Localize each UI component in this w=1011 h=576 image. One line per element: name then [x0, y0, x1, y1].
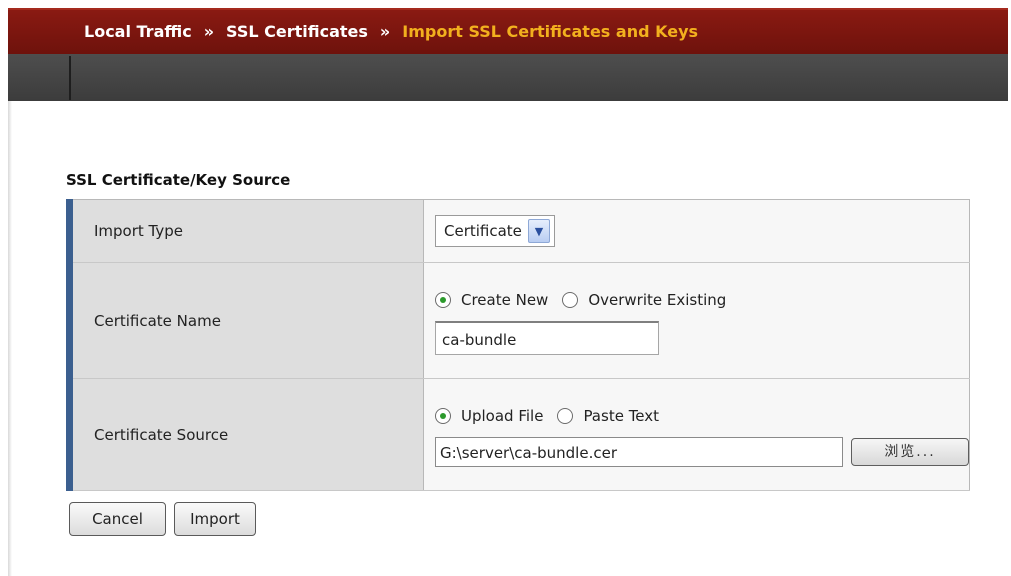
breadcrumb-item-local-traffic[interactable]: Local Traffic	[84, 22, 192, 41]
import-type-label: Import Type	[66, 199, 424, 263]
row-certificate-name: Certificate Name Create New Overwrite Ex…	[66, 262, 970, 379]
chevron-down-icon[interactable]: ▼	[527, 219, 550, 243]
certificate-name-input[interactable]: ca-bundle	[435, 320, 659, 355]
ssl-source-table: Import Type Certificate ▼ Certificate Na…	[66, 199, 970, 491]
breadcrumb-separator: »	[379, 22, 391, 41]
certificate-source-label: Certificate Source	[66, 378, 424, 491]
paste-text-radio[interactable]	[557, 407, 574, 424]
upload-file-label[interactable]: Upload File	[461, 407, 543, 425]
breadcrumb-separator: »	[203, 22, 215, 41]
toolbar-divider	[69, 56, 71, 100]
cancel-button[interactable]: Cancel	[69, 502, 166, 536]
create-new-label[interactable]: Create New	[461, 291, 548, 309]
left-edge	[8, 101, 12, 576]
browse-button[interactable]: 浏览...	[851, 437, 969, 466]
row-certificate-source: Certificate Source Upload File Paste Tex…	[66, 378, 970, 491]
sub-toolbar	[8, 54, 1008, 101]
row-import-type: Import Type Certificate ▼	[66, 199, 970, 263]
breadcrumb-current: Import SSL Certificates and Keys	[402, 22, 699, 41]
certificate-name-label: Certificate Name	[66, 262, 424, 379]
overwrite-existing-label[interactable]: Overwrite Existing	[588, 291, 726, 309]
header-bar: Local Traffic » SSL Certificates » Import SS…	[8, 8, 1008, 54]
section-title: SSL Certificate/Key Source	[66, 171, 291, 189]
breadcrumb-item-ssl-certificates[interactable]: SSL Certificates	[226, 22, 368, 41]
create-new-radio[interactable]	[435, 291, 451, 308]
breadcrumb: Local Traffic » SSL Certificates » Import SS…	[84, 10, 698, 54]
import-button[interactable]: Import	[174, 502, 256, 536]
paste-text-label[interactable]: Paste Text	[583, 407, 659, 425]
import-type-selected: Certificate	[444, 222, 522, 240]
upload-file-radio[interactable]	[435, 407, 451, 424]
import-type-select[interactable]: Certificate ▼	[435, 215, 555, 247]
file-path-input[interactable]: G:\server\ca-bundle.cer	[435, 436, 843, 467]
overwrite-existing-radio[interactable]	[562, 291, 579, 308]
